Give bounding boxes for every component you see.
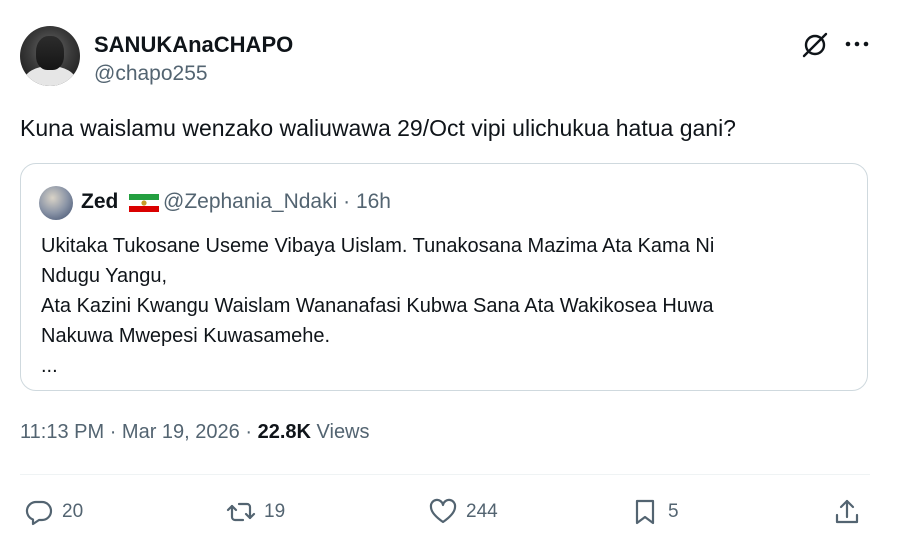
share-button[interactable]	[832, 492, 862, 532]
divider	[20, 474, 870, 475]
grok-icon	[802, 32, 828, 58]
author-name[interactable]: SANUKAnaCHAPO	[94, 32, 293, 58]
author-handle[interactable]: @chapo255	[94, 62, 208, 86]
tweet-date[interactable]: Mar 19, 2026	[122, 421, 240, 443]
quoted-author-handle: @Zephania_Ndaki	[163, 190, 338, 213]
avatar-face	[36, 36, 64, 70]
flag-emoji-icon	[129, 194, 159, 212]
grok-button[interactable]	[800, 30, 830, 60]
reply-button[interactable]: 20	[24, 492, 83, 532]
quoted-separator: ·	[343, 190, 351, 213]
bookmark-button[interactable]: 5	[630, 492, 679, 532]
action-bar: 20 19 244 5	[20, 492, 872, 532]
meta-separator: ·	[109, 421, 117, 443]
repost-button[interactable]: 19	[226, 492, 285, 532]
quoted-author-avatar	[39, 186, 73, 220]
more-options-button[interactable]	[842, 32, 872, 56]
more-icon	[845, 41, 869, 47]
reply-count: 20	[62, 501, 84, 522]
views-count: 22.8K	[257, 421, 311, 443]
quoted-tweet-body: Ukitaka Tukosane Useme Vibaya Uislam. Tu…	[41, 231, 841, 381]
tweet-text: Kuna waislamu wenzako waliuwawa 29/Oct v…	[20, 115, 736, 141]
tweet-meta: 11:13 PM · Mar 19, 2026 · 22.8K Views	[20, 421, 370, 444]
quoted-line: Ata Kazini Kwangu Waislam Wananafasi Kub…	[41, 295, 714, 317]
quoted-line: ...	[41, 355, 58, 377]
quoted-author-name: Zed	[81, 190, 119, 213]
like-button[interactable]: 244	[428, 492, 498, 532]
tweet-time[interactable]: 11:13 PM	[20, 421, 104, 443]
share-icon	[835, 499, 859, 524]
quoted-tweet[interactable]: Zed @Zephania_Ndaki · 16h Ukitaka Tukosa…	[20, 163, 868, 391]
author-avatar[interactable]	[20, 26, 80, 86]
reply-icon	[25, 500, 53, 526]
quoted-age: 16h	[355, 190, 391, 213]
views-label: Views	[316, 421, 370, 443]
quoted-meta: @Zephania_Ndaki · 16h	[163, 190, 391, 214]
repost-count: 19	[264, 501, 286, 522]
bookmark-count: 5	[668, 501, 679, 522]
bookmark-icon	[635, 499, 655, 525]
heart-icon	[429, 498, 457, 524]
quoted-line: Ukitaka Tukosane Useme Vibaya Uislam. Tu…	[41, 235, 715, 257]
like-count: 244	[466, 501, 498, 522]
tweet-header: SANUKAnaCHAPO @chapo255	[20, 26, 892, 90]
quoted-line: Ndugu Yangu,	[41, 265, 168, 287]
quoted-line: Nakuwa Mwepesi Kuwasamehe.	[41, 325, 331, 347]
repost-icon	[226, 502, 256, 522]
meta-separator: ·	[245, 421, 253, 443]
